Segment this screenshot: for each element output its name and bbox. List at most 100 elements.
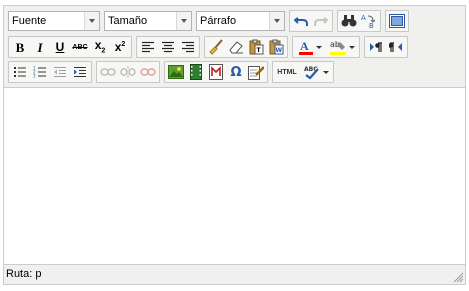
undo-icon bbox=[294, 17, 308, 26]
italic-button[interactable]: I bbox=[30, 37, 50, 57]
align-left-icon bbox=[142, 41, 154, 53]
align-right-button[interactable] bbox=[178, 37, 198, 57]
toolbar-row-2: B I U ABC x2 x2 T W A ab bbox=[8, 35, 412, 59]
superscript-button[interactable]: x2 bbox=[110, 37, 130, 57]
chevron-down-icon bbox=[84, 12, 99, 30]
image-icon bbox=[168, 65, 184, 79]
special-char-button[interactable]: Ω bbox=[226, 62, 246, 82]
resize-handle-icon[interactable] bbox=[452, 271, 464, 283]
broom-icon bbox=[209, 39, 223, 55]
indent-button[interactable] bbox=[70, 62, 90, 82]
chevron-down-icon bbox=[176, 12, 191, 30]
paste-word-button[interactable]: W bbox=[266, 37, 286, 57]
svg-text:A: A bbox=[361, 14, 366, 22]
paste-text-icon: T bbox=[249, 39, 264, 55]
ltr-button[interactable] bbox=[366, 37, 386, 57]
chevron-down-icon bbox=[269, 12, 284, 30]
insert-group: Ω bbox=[164, 61, 268, 83]
pdf-icon bbox=[209, 64, 223, 80]
broken-link-icon bbox=[140, 68, 156, 76]
list-group: 123 bbox=[8, 61, 92, 83]
bullet-list-button[interactable] bbox=[10, 62, 30, 82]
insert-media-button[interactable] bbox=[186, 62, 206, 82]
find-button[interactable] bbox=[339, 11, 359, 31]
toolbar-row-3: 123 Ω HTML ABC bbox=[8, 60, 338, 84]
fullscreen-button[interactable] bbox=[387, 11, 407, 31]
undo-redo-group bbox=[289, 10, 333, 32]
anchor-button[interactable] bbox=[138, 62, 158, 82]
numbered-list-button[interactable]: 123 bbox=[30, 62, 50, 82]
font-family-select[interactable]: Fuente bbox=[8, 11, 100, 31]
insert-image-button[interactable] bbox=[166, 62, 186, 82]
film-icon bbox=[190, 64, 202, 80]
bold-button[interactable]: B bbox=[10, 37, 30, 57]
find-replace-group: AB bbox=[337, 10, 381, 32]
replace-icon: AB bbox=[361, 14, 376, 29]
text-color-icon: A bbox=[299, 39, 313, 55]
paragraph-format-select[interactable]: Párrafo bbox=[196, 11, 285, 31]
underline-button[interactable]: U bbox=[50, 37, 70, 57]
subscript-icon: x2 bbox=[94, 38, 106, 55]
text-style-group: B I U ABC x2 x2 bbox=[8, 36, 132, 58]
font-size-select[interactable]: Tamaño bbox=[104, 11, 192, 31]
text-color-button[interactable]: A bbox=[294, 37, 326, 57]
html-icon: HTML bbox=[277, 68, 297, 76]
spellcheck-button[interactable]: ABC bbox=[300, 62, 332, 82]
code-group: HTML ABC bbox=[272, 61, 334, 83]
outdent-icon bbox=[54, 67, 66, 77]
redo-icon bbox=[314, 17, 328, 26]
binoculars-icon bbox=[341, 15, 357, 27]
editor-toolbar: Fuente Tamaño Párrafo A B B I U ABC x2 x… bbox=[4, 6, 465, 88]
underline-icon: U bbox=[55, 40, 65, 54]
direction-group bbox=[364, 36, 408, 58]
paste-text-button[interactable]: T bbox=[246, 37, 266, 57]
paragraph-format-value: Párrafo bbox=[200, 15, 237, 27]
subscript-button[interactable]: x2 bbox=[90, 37, 110, 57]
align-left-button[interactable] bbox=[138, 37, 158, 57]
svg-text:B: B bbox=[369, 22, 374, 29]
outdent-button[interactable] bbox=[50, 62, 70, 82]
edit-button[interactable] bbox=[246, 62, 266, 82]
undo-button[interactable] bbox=[291, 11, 311, 31]
link-group bbox=[96, 61, 160, 83]
svg-text:A: A bbox=[300, 39, 309, 53]
editor-statusbar: Ruta: p bbox=[4, 264, 465, 284]
cleanup-button[interactable] bbox=[206, 37, 226, 57]
insert-link-button[interactable] bbox=[98, 62, 118, 82]
bold-icon: B bbox=[15, 39, 25, 55]
strikethrough-button[interactable]: ABC bbox=[70, 37, 90, 57]
fullscreen-icon bbox=[389, 14, 405, 28]
strikethrough-icon: ABC bbox=[72, 43, 88, 51]
align-center-button[interactable] bbox=[158, 37, 178, 57]
color-group: A ab bbox=[292, 36, 360, 58]
unlink-button[interactable] bbox=[118, 62, 138, 82]
align-center-icon bbox=[162, 41, 174, 53]
superscript-icon: x2 bbox=[114, 40, 126, 54]
element-path: Ruta: p bbox=[6, 268, 42, 280]
svg-text:W: W bbox=[276, 47, 283, 54]
indent-icon bbox=[74, 67, 86, 77]
chevron-down-icon bbox=[323, 70, 329, 74]
spellcheck-icon: ABC bbox=[304, 66, 319, 80]
redo-button[interactable] bbox=[311, 11, 331, 31]
editor-content-area[interactable] bbox=[4, 88, 465, 264]
html-source-button[interactable]: HTML bbox=[274, 62, 300, 82]
highlight-color-button[interactable]: ab bbox=[326, 37, 358, 57]
replace-button[interactable]: AB bbox=[359, 11, 379, 31]
insert-pdf-button[interactable] bbox=[206, 62, 226, 82]
rtl-button[interactable] bbox=[386, 37, 406, 57]
font-family-value: Fuente bbox=[12, 15, 47, 27]
alignment-group bbox=[136, 36, 200, 58]
link-icon bbox=[100, 68, 116, 76]
font-size-value: Tamaño bbox=[108, 15, 148, 27]
toolbar-row-1: Fuente Tamaño Párrafo A B bbox=[8, 9, 413, 33]
omega-icon: Ω bbox=[230, 64, 242, 80]
rich-text-editor: Fuente Tamaño Párrafo A B B I U ABC x2 x… bbox=[3, 5, 466, 285]
numbered-list-icon: 123 bbox=[33, 66, 46, 78]
remove-format-button[interactable] bbox=[226, 37, 246, 57]
align-right-icon bbox=[182, 41, 194, 53]
edit-icon bbox=[248, 66, 264, 80]
clipboard-group: T W bbox=[204, 36, 288, 58]
bullet-list-icon bbox=[14, 67, 26, 77]
chevron-down-icon bbox=[316, 45, 322, 49]
